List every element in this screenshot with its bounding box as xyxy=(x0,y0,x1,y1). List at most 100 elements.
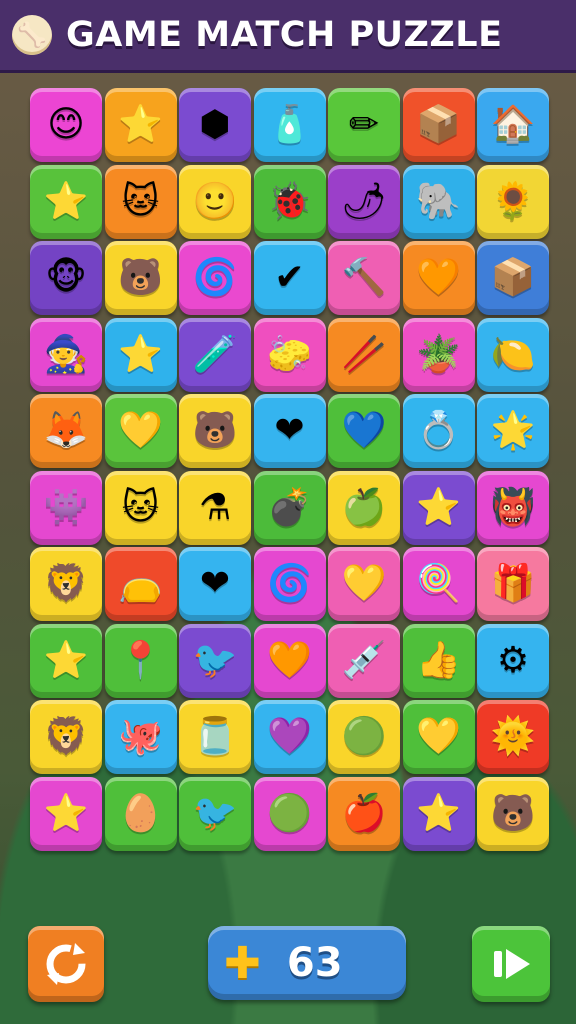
tile-r1-c3[interactable]: ⬢ xyxy=(179,88,251,162)
tile-r9-c7[interactable]: 🌞 xyxy=(477,700,549,774)
tile-r9-c5[interactable]: 🟢 xyxy=(328,700,400,774)
tile-r10-c4[interactable]: 🟢 xyxy=(253,776,326,851)
tile-r6-c6[interactable]: ⭐ xyxy=(402,470,475,545)
score-value: 63 xyxy=(286,940,343,986)
green-apple-icon: 🍏 xyxy=(341,486,387,528)
tile-r5-c7[interactable]: 🌟 xyxy=(477,394,549,468)
tile-r8-c7[interactable]: ⚙ xyxy=(477,623,549,698)
tile-r9-c1[interactable]: 🦁 xyxy=(30,700,102,774)
green-blob-icon: 🟢 xyxy=(341,716,387,757)
tile-r2-c6[interactable]: 🐘 xyxy=(402,164,475,239)
tile-r8-c4[interactable]: 🧡 xyxy=(253,623,326,698)
tile-r7-c6[interactable]: 🍭 xyxy=(402,547,475,621)
tile-r9-c4[interactable]: 💜 xyxy=(253,700,326,774)
tile-r4-c5[interactable]: 🥢 xyxy=(328,317,400,392)
bag-face-icon: 👝 xyxy=(118,563,163,604)
tile-r10-c3[interactable]: 🐦 xyxy=(179,776,251,851)
tile-r10-c5[interactable]: 🍎 xyxy=(328,776,400,851)
next-button[interactable] xyxy=(472,926,550,1002)
tile-r4-c3[interactable]: 🧪 xyxy=(179,317,251,392)
bomb-icon: 💣 xyxy=(267,486,312,528)
tile-r4-c7[interactable]: 🍋 xyxy=(477,317,549,392)
tile-r5-c6[interactable]: 💍 xyxy=(402,394,475,468)
tile-r10-c7[interactable]: 🐻 xyxy=(477,776,549,851)
tile-r2-c1[interactable]: ⭐ xyxy=(30,164,102,239)
tile-r7-c2[interactable]: 👝 xyxy=(104,547,177,621)
tile-r5-c2[interactable]: 💛 xyxy=(104,394,177,468)
tile-r2-c7[interactable]: 🌻 xyxy=(477,164,549,239)
tile-r7-c4[interactable]: 🌀 xyxy=(253,547,326,621)
tile-r1-c6[interactable]: 📦 xyxy=(402,88,475,162)
tile-r7-c1[interactable]: 🦁 xyxy=(30,547,102,621)
potion-bottle-icon: 🧪 xyxy=(192,333,238,375)
tile-r6-c3[interactable]: ⚗ xyxy=(179,470,251,545)
tile-r10-c1[interactable]: ⭐ xyxy=(30,776,102,851)
tile-r4-c1[interactable]: 🧙 xyxy=(30,317,102,392)
yellow-star-icon: ⭐ xyxy=(118,333,163,375)
bottle-icon: 🧴 xyxy=(267,104,312,145)
tile-r8-c3[interactable]: 🐦 xyxy=(179,623,251,698)
wizard-face-icon: 🧙 xyxy=(43,333,89,375)
chopsticks-icon: 🥢 xyxy=(341,333,387,375)
tile-r5-c1[interactable]: 🦊 xyxy=(30,394,102,468)
tile-r8-c1[interactable]: ⭐ xyxy=(30,623,102,698)
purple-star-icon: ⭐ xyxy=(43,792,89,834)
potion-flask-icon: ⚗ xyxy=(198,486,232,528)
map-pin-icon: 📍 xyxy=(118,639,163,681)
hammer-icon: 🔨 xyxy=(341,257,387,298)
tile-r3-c1[interactable]: 🐵 xyxy=(30,241,102,315)
tile-r8-c5[interactable]: 💉 xyxy=(328,623,400,698)
tile-r2-c2[interactable]: 🐱 xyxy=(104,164,177,239)
tile-r9-c6[interactable]: 💛 xyxy=(402,700,475,774)
tile-r2-c4[interactable]: 🐞 xyxy=(253,164,326,239)
tile-r8-c6[interactable]: 👍 xyxy=(402,623,475,698)
tile-r9-c2[interactable]: 🐙 xyxy=(104,700,177,774)
tile-r6-c7[interactable]: 👹 xyxy=(477,470,549,545)
tile-r6-c4[interactable]: 💣 xyxy=(253,470,326,545)
orange-creature-icon: 🦊 xyxy=(43,410,89,451)
yellow-heart-icon: 💛 xyxy=(341,563,387,604)
tile-r7-c3[interactable]: ❤ xyxy=(179,547,251,621)
tile-r1-c2[interactable]: ⭐ xyxy=(104,88,177,162)
tile-r8-c2[interactable]: 📍 xyxy=(104,623,177,698)
tile-r1-c1[interactable]: 😊 xyxy=(30,88,102,162)
tile-r6-c2[interactable]: 🐱 xyxy=(104,470,177,545)
tile-r2-c5[interactable]: 🌶 xyxy=(328,164,400,239)
tile-r3-c5[interactable]: 🔨 xyxy=(328,241,400,315)
checkmark-icon: ✔ xyxy=(274,257,305,298)
red-fruit-icon: 🍎 xyxy=(341,792,387,834)
lion-face-icon: 🦁 xyxy=(43,563,89,604)
tile-r4-c2[interactable]: ⭐ xyxy=(104,317,177,392)
syringe-icon: 💉 xyxy=(341,639,387,681)
tile-r7-c7[interactable]: 🎁 xyxy=(477,547,549,621)
tile-r1-c4[interactable]: 🧴 xyxy=(253,88,326,162)
tile-r3-c3[interactable]: 🌀 xyxy=(179,241,251,315)
tile-r7-c5[interactable]: 💛 xyxy=(328,547,400,621)
tile-r1-c5[interactable]: ✏ xyxy=(328,88,400,162)
tile-r3-c4[interactable]: ✔ xyxy=(253,241,326,315)
sun-flower-icon: 🌻 xyxy=(490,180,536,222)
tile-r9-c3[interactable]: 🫙 xyxy=(179,700,251,774)
tile-r5-c5[interactable]: 💙 xyxy=(328,394,400,468)
tile-r3-c2[interactable]: 🐻 xyxy=(104,241,177,315)
tile-r10-c2[interactable]: 🥚 xyxy=(104,776,177,851)
tile-r5-c3[interactable]: 🐻 xyxy=(179,394,251,468)
house-icon: 🏠 xyxy=(490,104,536,145)
tile-r6-c5[interactable]: 🍏 xyxy=(328,470,400,545)
refresh-icon xyxy=(46,943,86,985)
orange-blob-icon: 🧡 xyxy=(267,639,312,681)
tile-r1-c7[interactable]: 🏠 xyxy=(477,88,549,162)
tile-r6-c1[interactable]: 👾 xyxy=(30,470,102,545)
tile-r5-c4[interactable]: ❤ xyxy=(253,394,326,468)
tile-r3-c7[interactable]: 📦 xyxy=(477,241,549,315)
tile-r2-c3[interactable]: 🙂 xyxy=(179,164,251,239)
box-icon: 📦 xyxy=(416,104,461,145)
bear-face-icon: 🐻 xyxy=(118,257,163,298)
reset-button[interactable] xyxy=(28,926,104,1002)
tile-r4-c4[interactable]: 🧽 xyxy=(253,317,326,392)
tile-r10-c6[interactable]: ⭐ xyxy=(402,776,475,851)
flower-pot-icon: 🪴 xyxy=(416,333,461,375)
tile-r4-c6[interactable]: 🪴 xyxy=(402,317,475,392)
blue-heart-icon: 💙 xyxy=(341,410,387,451)
tile-r3-c6[interactable]: 🧡 xyxy=(402,241,475,315)
